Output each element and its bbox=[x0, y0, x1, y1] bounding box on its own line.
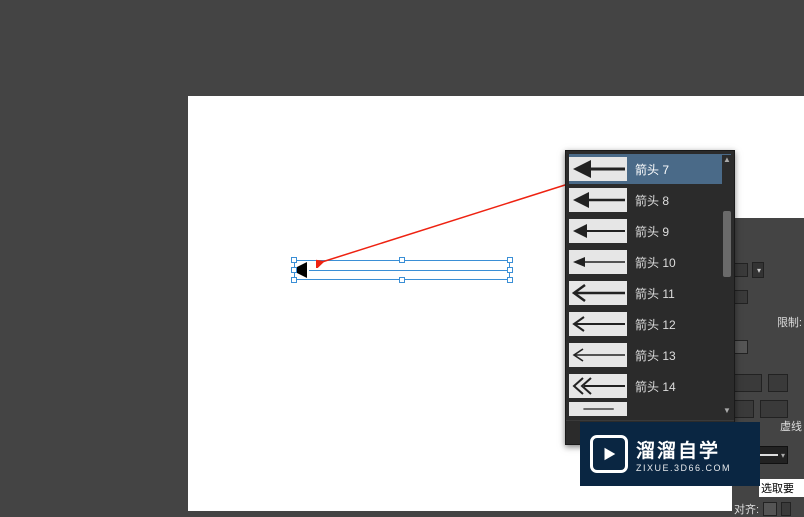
dropdown-scrollbar[interactable]: ▲ ▼ bbox=[722, 155, 732, 416]
arrowhead-item-partial[interactable] bbox=[569, 402, 731, 416]
align-option-icon[interactable] bbox=[781, 502, 791, 516]
corner-option-icon[interactable] bbox=[734, 340, 748, 354]
scroll-down-icon[interactable]: ▼ bbox=[722, 406, 732, 416]
arrowhead-item-7[interactable]: 箭头 7 bbox=[569, 154, 731, 184]
limit-label: 限制: bbox=[777, 314, 802, 330]
arrowhead-item-label: 箭头 8 bbox=[635, 192, 669, 209]
cap-option-icon[interactable] bbox=[734, 290, 748, 304]
arrowhead-thumb-icon bbox=[569, 157, 627, 181]
arrowhead-item-label: 箭头 12 bbox=[635, 316, 676, 333]
arrowhead-thumb-icon bbox=[569, 281, 627, 305]
align-option-icon[interactable] bbox=[763, 502, 777, 516]
selection-midline bbox=[309, 270, 510, 271]
mini-dropdown[interactable]: ▾ bbox=[752, 262, 764, 278]
arrowhead-item-label: 箭头 13 bbox=[635, 347, 676, 364]
cap-button[interactable] bbox=[734, 374, 762, 392]
arrowhead-item-label: 箭头 11 bbox=[635, 285, 675, 302]
arrowhead-thumb-icon bbox=[569, 374, 627, 398]
align-label: 对齐: bbox=[734, 501, 759, 517]
selected-arrow-object[interactable] bbox=[294, 260, 510, 280]
arrowhead-item-label: 箭头 10 bbox=[635, 254, 676, 271]
dash-label: 虚线 bbox=[780, 418, 802, 434]
scroll-up-icon[interactable]: ▲ bbox=[722, 155, 732, 165]
resize-handle-mid-right[interactable] bbox=[507, 267, 513, 273]
arrowhead-item-8[interactable]: 箭头 8 bbox=[569, 185, 731, 215]
resize-handle-top-right[interactable] bbox=[507, 257, 513, 263]
watermark-title: 溜溜自学 bbox=[636, 436, 731, 463]
arrowhead-thumb-icon bbox=[569, 343, 627, 367]
arrowhead-thumb-icon bbox=[569, 188, 627, 212]
arrowhead-item-label: 箭头 9 bbox=[635, 223, 669, 240]
resize-handle-bot-mid[interactable] bbox=[399, 277, 405, 283]
watermark-url: ZIXUE.3D66.COM bbox=[636, 463, 731, 473]
resize-handle-mid-left[interactable] bbox=[291, 267, 297, 273]
arrowhead-item-label: 箭头 7 bbox=[635, 161, 669, 178]
hint-tooltip: 选取要应 bbox=[759, 479, 804, 497]
play-icon bbox=[590, 435, 628, 473]
arrowhead-dropdown-panel: 箭头 7 箭头 8 箭头 9 箭头 10 箭头 11 bbox=[565, 150, 735, 445]
hint-text: 选取要应 bbox=[761, 483, 794, 497]
arrowhead-item-12[interactable]: 箭头 12 bbox=[569, 309, 731, 339]
arrowhead-item-10[interactable]: 箭头 10 bbox=[569, 247, 731, 277]
arrowhead-thumb-icon bbox=[569, 250, 627, 274]
resize-handle-bot-left[interactable] bbox=[291, 277, 297, 283]
resize-handle-top-left[interactable] bbox=[291, 257, 297, 263]
arrowhead-item-13[interactable]: 箭头 13 bbox=[569, 340, 731, 370]
cap-option-icon[interactable] bbox=[734, 263, 748, 277]
arrowhead-item-label: 箭头 14 bbox=[635, 378, 676, 395]
arrowhead-list: 箭头 7 箭头 8 箭头 9 箭头 10 箭头 11 bbox=[566, 151, 734, 420]
cap-button[interactable] bbox=[734, 400, 754, 418]
arrowhead-item-11[interactable]: 箭头 11 bbox=[569, 278, 731, 308]
arrowhead-item-14[interactable]: 箭头 14 bbox=[569, 371, 731, 401]
cap-button[interactable] bbox=[768, 374, 788, 392]
arrowhead-thumb-icon bbox=[569, 312, 627, 336]
arrowhead-thumb-icon bbox=[569, 219, 627, 243]
watermark-badge: 溜溜自学 ZIXUE.3D66.COM bbox=[580, 422, 760, 486]
arrowhead-item-9[interactable]: 箭头 9 bbox=[569, 216, 731, 246]
scroll-thumb[interactable] bbox=[723, 211, 731, 277]
arrowhead-thumb-icon bbox=[569, 402, 627, 416]
resize-handle-bot-right[interactable] bbox=[507, 277, 513, 283]
resize-handle-top-mid[interactable] bbox=[399, 257, 405, 263]
cap-button[interactable] bbox=[760, 400, 788, 418]
